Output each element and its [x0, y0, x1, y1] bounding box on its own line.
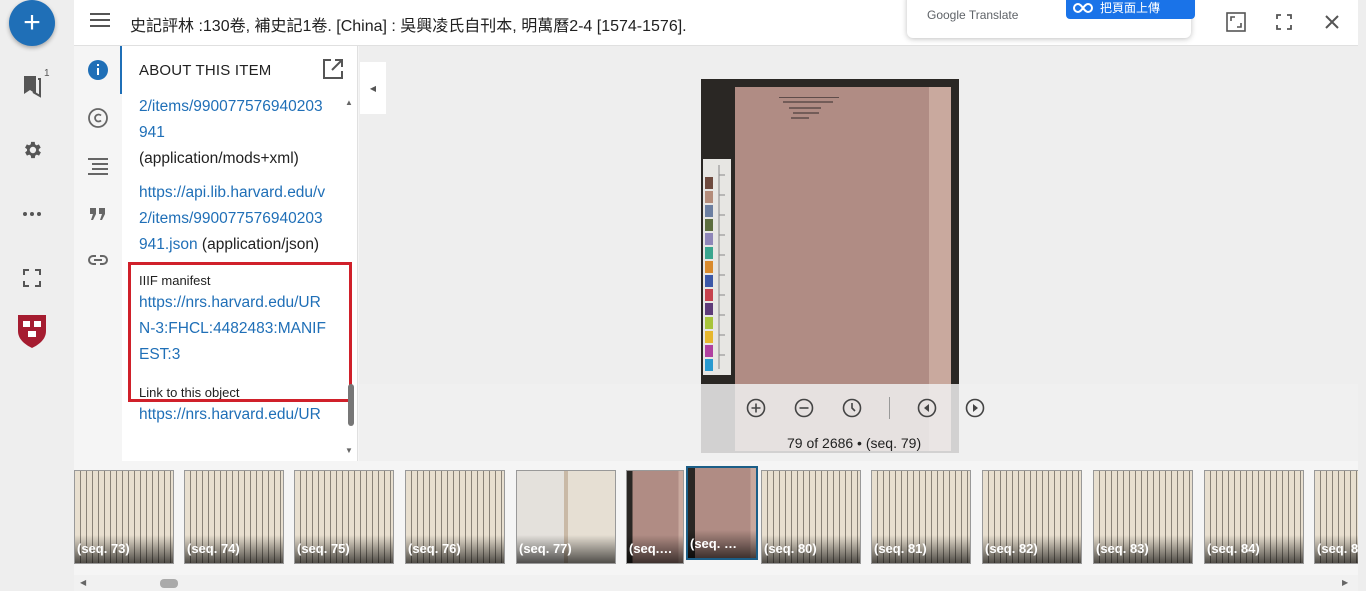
thumbnail-label: (seq.…: [627, 535, 683, 563]
viewer-window: 史記評林 :130卷, 補史記1卷. [China] : 吳興凌氏自刊本, 明萬…: [74, 0, 1358, 591]
object-link[interactable]: https://nrs.harvard.edu/UR: [139, 402, 331, 428]
zoom-out-icon[interactable]: [793, 397, 815, 419]
thumbnail-label: (seq. 80): [762, 535, 860, 563]
expand-window-icon[interactable]: [1272, 10, 1296, 34]
mods-xml-format: (application/mods+xml): [139, 150, 299, 167]
thumbnail-item[interactable]: (seq. 77): [516, 470, 616, 564]
thumbnail-item[interactable]: (seq. 81): [871, 470, 971, 564]
copyright-icon[interactable]: [86, 106, 110, 130]
open-external-icon[interactable]: [322, 58, 346, 82]
close-window-icon[interactable]: [1320, 10, 1344, 34]
about-this-item-panel: ABOUT THIS ITEM 2/items/9900775769402039…: [122, 46, 358, 461]
canvas-position-label: 79 of 2686 • (seq. 79): [787, 435, 922, 451]
chevron-left-icon: ◀: [369, 83, 377, 93]
thumbnail-item[interactable]: (seq. 82): [982, 470, 1082, 564]
thumbnail-item[interactable]: (seq. …: [686, 466, 758, 560]
next-canvas-icon[interactable]: [964, 397, 986, 419]
thumbnail-label: (seq. 83): [1094, 535, 1192, 563]
thumbnail-scrollbar-thumb[interactable]: [160, 579, 178, 588]
thumbnail-item[interactable]: (seq. 83): [1093, 470, 1193, 564]
window-title: 史記評林 :130卷, 補史記1卷. [China] : 吳興凌氏自刊本, 明萬…: [130, 18, 687, 35]
fullscreen-icon[interactable]: [16, 264, 48, 292]
gear-icon[interactable]: [16, 136, 48, 164]
thumbnail-strip: (seq. 73) (seq. 74) (seq. 75) (seq. 76) (seq…: [74, 461, 1358, 575]
thumbnail-label: (seq. 73): [75, 535, 173, 563]
thumbnail-item[interactable]: (seq. 84): [1204, 470, 1304, 564]
thumbnail-label: (seq. 81): [872, 535, 970, 563]
thumbnail-item[interactable]: (seq. 74): [184, 470, 284, 564]
more-options-icon[interactable]: [16, 200, 48, 228]
color-calibration-card: [703, 159, 731, 375]
quote-icon[interactable]: [86, 202, 110, 226]
thumbnail-label: (seq. 75): [295, 535, 393, 563]
highlight-box: [128, 262, 352, 402]
thumbnail-label: (seq. 74): [185, 535, 283, 563]
left-rail: + 1: [0, 0, 64, 591]
thumbnail-item[interactable]: (seq.…: [626, 470, 684, 564]
library-stamp: [779, 97, 839, 121]
zoom-in-icon[interactable]: [745, 397, 767, 419]
thumbnail-item[interactable]: (seq. 76): [405, 470, 505, 564]
thumbnail-item[interactable]: (seq. 8: [1314, 470, 1358, 564]
mods-xml-link[interactable]: 2/items/990077576940203941: [139, 98, 323, 141]
controls-separator: [889, 397, 890, 419]
menu-icon[interactable]: [90, 12, 114, 34]
viewer-controls: [745, 396, 986, 420]
collapse-panel-button[interactable]: ◀: [360, 62, 386, 114]
google-translate-button-label: 把頁面上傳: [1100, 1, 1161, 15]
infinity-icon: [1073, 2, 1093, 13]
panel-scrollbar-thumb[interactable]: [348, 384, 354, 426]
link-icon[interactable]: [86, 248, 110, 272]
bookmark-count-badge: 1: [44, 68, 50, 79]
thumbnail-item[interactable]: (seq. 80): [761, 470, 861, 564]
reset-zoom-icon[interactable]: [841, 397, 863, 419]
json-format: (application/json): [201, 236, 320, 253]
thumbnail-label: (seq. 8: [1315, 535, 1358, 563]
scroll-up-icon[interactable]: ▲: [345, 98, 353, 107]
previous-canvas-icon[interactable]: [916, 397, 938, 419]
maximize-window-icon[interactable]: [1224, 10, 1248, 34]
info-icon[interactable]: [86, 58, 110, 82]
image-viewer[interactable]: 79 of 2686 • (seq. 79): [359, 46, 1358, 461]
table-of-contents-icon[interactable]: [86, 154, 110, 178]
panel-title: ABOUT THIS ITEM: [139, 62, 272, 79]
panel-header: ABOUT THIS ITEM: [122, 46, 357, 94]
thumbnail-label: (seq. 77): [517, 535, 615, 563]
thumbnail-item[interactable]: (seq. 75): [294, 470, 394, 564]
scroll-down-icon[interactable]: ▼: [345, 446, 353, 455]
google-translate-brand: Google Translate: [927, 8, 1019, 22]
scroll-left-icon[interactable]: ◀: [80, 578, 86, 587]
google-translate-popup: Google Translate 把頁面上傳: [907, 0, 1195, 38]
google-translate-button[interactable]: 把頁面上傳: [1066, 0, 1195, 19]
top-bar: 史記評林 :130卷, 補史記1卷. [China] : 吳興凌氏自刊本, 明萬…: [74, 0, 1358, 46]
harvard-shield-icon: [16, 312, 48, 350]
thumbnail-label: (seq. 84): [1205, 535, 1303, 563]
thumbnail-label: (seq. 76): [406, 535, 504, 563]
add-resource-button[interactable]: +: [9, 0, 55, 46]
thumbnail-item[interactable]: (seq. 73): [74, 470, 174, 564]
thumbnail-label: (seq. 82): [983, 535, 1081, 563]
thumbnail-scrollbar[interactable]: ◀ ▶: [74, 575, 1358, 591]
thumbnail-label: (seq. …: [688, 530, 756, 558]
companion-window-tabs: [74, 46, 122, 461]
scroll-right-icon[interactable]: ▶: [1342, 578, 1348, 587]
